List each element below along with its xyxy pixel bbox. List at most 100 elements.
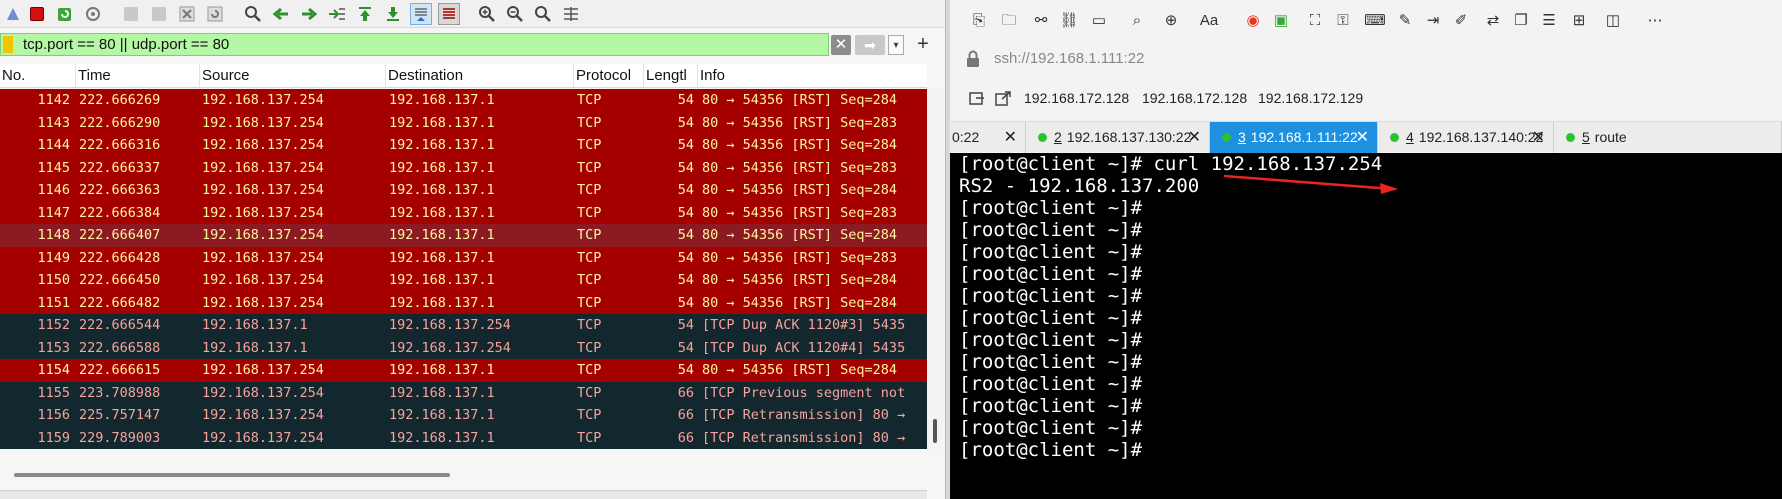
column-header-info[interactable]: Info [698, 64, 927, 88]
terminal[interactable]: [root@client ~]# curl 192.168.137.254 RS2… [950, 153, 1782, 499]
more-icon[interactable]: ⋯ [1644, 10, 1666, 32]
packet-list-vertical-scrollbar[interactable] [927, 89, 943, 449]
go-back-icon[interactable] [270, 3, 292, 25]
horizontal-scroll-thumb[interactable] [14, 473, 450, 477]
disconnect-icon[interactable]: ⚯ [1030, 10, 1052, 32]
reload-file-icon[interactable] [204, 3, 226, 25]
link-icon[interactable]: ⛓ [1058, 10, 1080, 32]
close-tab-icon[interactable]: ✕ [1356, 122, 1369, 153]
zoom-out-icon[interactable] [504, 3, 526, 25]
packet-row[interactable]: 1156 225.757147 192.168.137.254 192.168.137… [0, 404, 927, 427]
connected-status-icon [1390, 132, 1399, 142]
new-session-icon[interactable]: ⎘ [968, 10, 990, 32]
restart-capture-icon[interactable] [54, 3, 76, 25]
clear-filter-icon[interactable]: ✕ [831, 35, 851, 55]
packet-row[interactable]: 1145 222.666337 192.168.137.254 192.168.137… [0, 156, 927, 179]
filter-history-dropdown-icon[interactable]: ▾ [888, 35, 904, 55]
wireshark-toolbar [0, 0, 950, 28]
packet-row[interactable]: 1159 229.789003 192.168.137.254 192.168.137… [0, 426, 927, 449]
open-file-icon[interactable] [120, 3, 142, 25]
quick-link[interactable]: 192.168.172.128 [1142, 90, 1247, 106]
packet-row[interactable]: 1144 222.666316 192.168.137.254 192.168.137… [0, 134, 927, 157]
autoscroll-icon[interactable] [410, 3, 432, 25]
column-header-destination[interactable]: Destination [386, 64, 574, 88]
open-folder-icon[interactable]: 🗀 [998, 10, 1020, 32]
swirl-icon[interactable]: ◉ [1242, 10, 1264, 32]
external-link-icon[interactable] [994, 90, 1012, 111]
column-header-protocol[interactable]: Protocol [574, 64, 644, 88]
save-file-icon[interactable] [148, 3, 170, 25]
session-tab[interactable]: 2 192.168.137.130:22 ✕ [1026, 122, 1210, 153]
edit-icon[interactable]: ✐ [1450, 10, 1472, 32]
address-text[interactable]: ssh://192.168.1.111:22 [994, 50, 1144, 67]
quick-link[interactable]: 192.168.172.128 [1024, 90, 1129, 106]
session-tab[interactable]: 5 route [1554, 122, 1782, 153]
layout-icon[interactable]: ◫ [1602, 10, 1624, 32]
script-icon[interactable]: ▣ [1270, 10, 1292, 32]
fullscreen-icon[interactable]: ⛶ [1304, 10, 1326, 32]
packet-row[interactable]: 1152 222.666544 192.168.137.1 192.168.137.2… [0, 314, 927, 337]
copy-icon[interactable]: ❐ [1510, 10, 1532, 32]
last-packet-icon[interactable] [382, 3, 404, 25]
zoom-normal-icon[interactable] [532, 3, 554, 25]
globe-icon[interactable]: ⊕ [1160, 10, 1182, 32]
keyboard-icon[interactable]: ⌨ [1364, 10, 1386, 32]
column-header-time[interactable]: Time [76, 64, 200, 88]
tab-number: 3 [1238, 129, 1246, 145]
font-icon[interactable]: Aa [1196, 10, 1222, 32]
packet-row[interactable]: 1150 222.666450 192.168.137.254 192.168.137… [0, 269, 927, 292]
session-tab[interactable]: 4 192.168.137.140:22 ✕ [1378, 122, 1554, 153]
shark-fin-icon[interactable] [2, 3, 24, 25]
packet-row[interactable]: 1142 222.666269 192.168.137.254 192.168.137… [0, 89, 927, 112]
transfer-icon[interactable]: ⇄ [1482, 10, 1504, 32]
session-tab[interactable]: 0:22 ✕ [950, 122, 1026, 153]
close-tab-icon[interactable]: ✕ [1004, 122, 1017, 153]
close-tab-icon[interactable]: ✕ [1188, 122, 1201, 153]
bookmark-icon[interactable] [3, 36, 13, 53]
colorize-icon[interactable] [438, 3, 460, 25]
stop-capture-icon[interactable] [26, 3, 48, 25]
capture-options-icon[interactable] [82, 3, 104, 25]
vertical-scroll-thumb[interactable] [933, 419, 937, 443]
display-filter-text[interactable]: tcp.port == 80 || udp.port == 80 [23, 36, 229, 53]
session-manager-icon[interactable] [968, 90, 986, 111]
packet-row[interactable]: 1146 222.666363 192.168.137.254 192.168.137… [0, 179, 927, 202]
packet-row[interactable]: 1151 222.666482 192.168.137.254 192.168.137… [0, 291, 927, 314]
column-header-source[interactable]: Source [200, 64, 386, 88]
search-icon[interactable]: ⌕ [1126, 10, 1148, 32]
column-header-no[interactable]: No. [0, 64, 76, 88]
address-bar[interactable]: ssh://192.168.1.111:22 [964, 46, 1774, 74]
packet-row[interactable]: 1149 222.666428 192.168.137.254 192.168.137… [0, 246, 927, 269]
quick-link[interactable]: 192.168.172.129 [1258, 90, 1363, 106]
packet-list-horizontal-scrollbar[interactable] [0, 468, 927, 482]
lock-icon[interactable]: ⚿ [1332, 10, 1354, 32]
first-packet-icon[interactable] [354, 3, 376, 25]
new-tab-icon[interactable]: ⊞ [1568, 10, 1590, 32]
column-header-length[interactable]: Lengtl [644, 64, 698, 88]
packet-source: 192.168.137.254 [202, 362, 324, 378]
close-file-icon[interactable] [176, 3, 198, 25]
close-tab-icon[interactable]: ✕ [1532, 122, 1545, 153]
apply-filter-icon[interactable]: ➡ [855, 35, 885, 55]
list-icon[interactable]: ☰ [1538, 10, 1560, 32]
packet-row[interactable]: 1154 222.666615 192.168.137.254 192.168.137… [0, 359, 927, 382]
packet-number: 1153 [37, 339, 70, 356]
packet-protocol: TCP [577, 92, 602, 108]
packet-row[interactable]: 1153 222.666588 192.168.137.1 192.168.137.2… [0, 336, 927, 359]
find-packet-icon[interactable] [242, 3, 264, 25]
packet-row[interactable]: 1147 222.666384 192.168.137.254 192.168.137… [0, 201, 927, 224]
display-filter-input[interactable]: tcp.port == 80 || udp.port == 80 [0, 33, 829, 56]
resize-columns-icon[interactable] [560, 3, 582, 25]
window-icon[interactable]: ▭ [1088, 10, 1110, 32]
packet-row[interactable]: 1143 222.666290 192.168.137.254 192.168.137… [0, 111, 927, 134]
zoom-in-icon[interactable] [476, 3, 498, 25]
compose-icon[interactable]: ✎ [1394, 10, 1416, 32]
packet-row[interactable]: 1148 222.666407 192.168.137.254 192.168.137… [0, 224, 927, 247]
session-tab[interactable]: 3 192.168.1.111:22 ✕ [1210, 122, 1378, 153]
tab-number: 2 [1054, 129, 1062, 145]
go-to-packet-icon[interactable] [326, 3, 348, 25]
packet-row[interactable]: 1155 223.708988 192.168.137.254 192.168.137… [0, 381, 927, 404]
export-icon[interactable]: ⇥ [1422, 10, 1444, 32]
go-forward-icon[interactable] [298, 3, 320, 25]
add-filter-button-icon[interactable]: + [912, 33, 934, 55]
